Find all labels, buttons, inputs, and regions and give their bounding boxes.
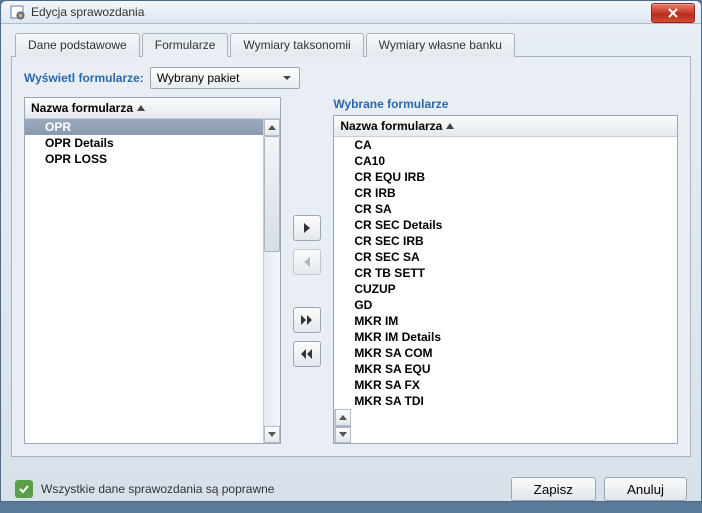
list-item[interactable]: OPR (25, 119, 263, 135)
validation-label: Wszystkie dane sprawozdania są poprawne (41, 482, 274, 496)
filter-label: Wyświetl formularze: (24, 71, 144, 85)
list-item[interactable]: CR SEC Details (334, 217, 677, 233)
dialog-window: Edycja sprawozdania Dane podstawowe Form… (0, 0, 702, 502)
list-item[interactable]: MKR SA EQU (334, 361, 677, 377)
list-item[interactable]: MKR IM Details (334, 329, 677, 345)
window-title: Edycja sprawozdania (31, 5, 651, 19)
chevron-down-icon (279, 71, 295, 85)
mover-buttons (289, 97, 325, 444)
tab-forms[interactable]: Formularze (142, 33, 229, 57)
sort-asc-icon (446, 123, 454, 129)
cancel-button[interactable]: Anuluj (604, 477, 687, 501)
available-list-header-label: Nazwa formularza (31, 101, 133, 115)
scroll-thumb[interactable] (264, 136, 280, 252)
scroll-down-icon[interactable] (335, 426, 351, 443)
move-all-left-button[interactable] (293, 341, 321, 367)
tabpanel-forms: Wyświetl formularze: Wybrany pakiet Nazw… (11, 57, 691, 457)
scroll-down-icon[interactable] (264, 426, 280, 443)
list-item[interactable]: CA10 (334, 153, 677, 169)
tab-bank-dimensions[interactable]: Wymiary własne banku (366, 33, 515, 57)
available-list-body[interactable]: OPROPR DetailsOPR LOSS (25, 119, 263, 443)
list-item[interactable]: MKR SA TDI (334, 393, 677, 409)
sort-asc-icon (137, 105, 145, 111)
save-button[interactable]: Zapisz (511, 477, 596, 501)
list-item[interactable]: CR EQU IRB (334, 169, 677, 185)
selected-list-header-label: Nazwa formularza (340, 119, 442, 133)
list-item[interactable]: MKR IM (334, 313, 677, 329)
tabstrip: Dane podstawowe Formularze Wymiary takso… (11, 32, 691, 57)
scroll-thumb[interactable] (335, 426, 351, 428)
dialog-footer: Wszystkie dane sprawozdania są poprawne … (1, 467, 701, 513)
list-item[interactable]: CR SA (334, 201, 677, 217)
list-item[interactable]: OPR LOSS (25, 151, 263, 167)
list-item[interactable]: OPR Details (25, 135, 263, 151)
titlebar[interactable]: Edycja sprawozdania (1, 1, 701, 24)
move-left-button[interactable] (293, 249, 321, 275)
list-item[interactable]: CR SEC IRB (334, 233, 677, 249)
move-right-button[interactable] (293, 215, 321, 241)
list-item[interactable]: CUZUP (334, 281, 677, 297)
selected-forms-title: Wybrane formularze (333, 97, 678, 111)
list-item[interactable]: CR IRB (334, 185, 677, 201)
dialog-body: Dane podstawowe Formularze Wymiary takso… (1, 24, 701, 467)
list-item[interactable]: CR SEC SA (334, 249, 677, 265)
available-list-scrollbar[interactable] (263, 119, 280, 443)
filter-dropdown-value: Wybrany pakiet (157, 71, 240, 85)
filter-dropdown[interactable]: Wybrany pakiet (150, 67, 300, 89)
app-icon (9, 4, 25, 20)
list-item[interactable]: CR TB SETT (334, 265, 677, 281)
available-list-header[interactable]: Nazwa formularza (25, 98, 280, 119)
list-item[interactable]: CA (334, 137, 677, 153)
tab-tax-dimensions[interactable]: Wymiary taksonomii (230, 33, 363, 57)
tab-basic-data[interactable]: Dane podstawowe (15, 33, 140, 57)
selected-list-header[interactable]: Nazwa formularza (334, 116, 677, 137)
selected-list-scrollbar[interactable] (334, 409, 351, 443)
move-all-right-button[interactable] (293, 307, 321, 333)
selected-list-body[interactable]: CACA10CR EQU IRBCR IRBCR SACR SEC Detail… (334, 137, 677, 409)
list-item[interactable]: MKR SA COM (334, 345, 677, 361)
validation-check-icon[interactable] (15, 480, 33, 498)
scroll-up-icon[interactable] (264, 119, 280, 136)
list-item[interactable]: MKR SA FX (334, 377, 677, 393)
close-button[interactable] (651, 3, 695, 23)
selected-forms-list[interactable]: Nazwa formularza CACA10CR EQU IRBCR IRBC… (333, 115, 678, 444)
available-forms-list[interactable]: Nazwa formularza OPROPR DetailsOPR LOSS (24, 97, 281, 444)
list-item[interactable]: GD (334, 297, 677, 313)
scroll-up-icon[interactable] (335, 409, 351, 426)
